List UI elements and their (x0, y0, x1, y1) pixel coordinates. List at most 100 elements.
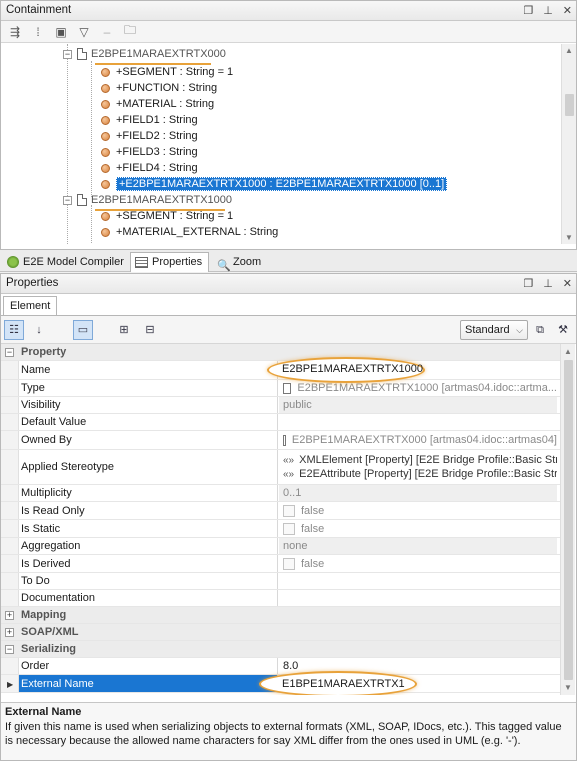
row-to-do[interactable]: To Do (1, 573, 561, 590)
current-row-icon: ▶ (7, 680, 14, 689)
collapse-all-icon[interactable]: ⊟ (140, 320, 160, 340)
property-label: Order (19, 658, 278, 674)
pin-icon[interactable]: ⊥ (543, 4, 553, 17)
tab-element[interactable]: Element (3, 296, 58, 316)
restore-icon[interactable]: ❐ (523, 277, 533, 290)
copy-icon[interactable]: ⧉ (530, 320, 550, 340)
collapse-toggle-icon[interactable]: − (63, 49, 72, 59)
tree-node-attribute[interactable]: +FIELD2 : String (101, 128, 198, 144)
tree-scrollbar[interactable]: ▲ ▼ (561, 44, 576, 244)
restore-icon[interactable]: ❐ (523, 4, 533, 17)
show-description-icon[interactable]: ▭ (73, 320, 93, 340)
row-default-value[interactable]: Default Value (1, 414, 561, 431)
containment-panel: Containment ❐ ⊥ ✕ ⇶ ⁞ ▣ ▽ – 🗀 − E2BPE1MAR… (0, 0, 577, 250)
tree-node-label: +FIELD1 : String (116, 114, 198, 126)
expand-toggle-icon[interactable]: + (5, 628, 14, 637)
tree-node-label: +E2BPE1MARAEXTRTX1000 : E2BPE1MARAEXTRTX… (116, 177, 448, 191)
properties-grid: − Property Name Type E2BPE1MARAEXTRTX100… (1, 344, 561, 695)
visibility-value[interactable]: public (279, 397, 557, 413)
row-aggregation[interactable]: Aggregation none (1, 538, 561, 555)
row-order[interactable]: Order 8.0 (1, 658, 561, 675)
is-derived-checkbox[interactable] (283, 557, 295, 570)
row-documentation[interactable]: Documentation (1, 590, 561, 607)
aggregation-value[interactable]: none (279, 538, 557, 554)
collapse-toggle-icon[interactable]: − (63, 195, 72, 205)
row-is-read-only[interactable]: Is Read Only false (1, 502, 561, 520)
row-is-static[interactable]: Is Static false (1, 520, 561, 538)
tree-node-attribute[interactable]: +FIELD3 : String (101, 144, 198, 160)
scroll-down-icon[interactable]: ▼ (564, 683, 572, 692)
row-owned-by[interactable]: Owned By E2BPE1MARAEXTRTX000 [artmas04.i… (1, 431, 561, 450)
group-soap-xml[interactable]: + SOAP/XML (1, 624, 561, 641)
filter-icon[interactable]: ▽ (76, 25, 92, 39)
tree-node-attribute[interactable]: +SEGMENT : String = 1 (101, 64, 233, 80)
scroll-down-icon[interactable]: ▼ (565, 233, 573, 242)
tab-e2e-model-compiler[interactable]: E2E Model Compiler (2, 252, 131, 272)
tree-node-class[interactable]: − E2BPE1MARAEXTRTX000 (63, 46, 226, 62)
tree-node-attribute[interactable]: +MATERIAL_EXTERNAL : String (101, 224, 278, 240)
row-is-derived[interactable]: Is Derived false (1, 555, 561, 573)
tree-node-attribute[interactable]: +FIELD1 : String (101, 112, 198, 128)
categorized-view-icon[interactable]: ☷ (4, 320, 24, 340)
group-icon[interactable]: ▣ (53, 25, 69, 39)
tools-icon[interactable]: ⚒ (553, 320, 573, 340)
expand-toggle-icon[interactable]: + (5, 611, 14, 620)
attribute-icon (101, 227, 110, 237)
tab-label: Zoom (233, 256, 262, 268)
row-multiplicity[interactable]: Multiplicity 0..1 (1, 485, 561, 502)
stereotype-value: XMLElement [Property] [E2E Bridge Profil… (299, 454, 557, 466)
scroll-up-icon[interactable]: ▲ (564, 347, 572, 356)
is-static-checkbox[interactable] (283, 522, 295, 535)
chevron-down-icon: ⌵ (516, 325, 523, 335)
tree-node-class[interactable]: − E2BPE1MARAEXTRTX1000 (63, 192, 232, 208)
attribute-icon (101, 99, 110, 109)
group-property[interactable]: − Property (1, 344, 561, 361)
close-icon[interactable]: ✕ (563, 277, 572, 290)
tree-node-attribute[interactable]: +SEGMENT : String = 1 (101, 208, 233, 224)
checkbox-value: false (301, 557, 325, 570)
collapse-toggle-icon[interactable]: − (5, 645, 14, 654)
scroll-up-icon[interactable]: ▲ (565, 46, 573, 55)
close-icon[interactable]: ✕ (563, 4, 572, 17)
grid-scrollbar[interactable]: ▲ ▼ (560, 344, 575, 695)
sort-az-icon[interactable]: ↓ (29, 320, 49, 340)
name-value[interactable]: E2BPE1MARAEXTRTX1000 (282, 363, 423, 375)
expand-icon[interactable]: ⇶ (7, 25, 23, 39)
tree-node-attribute[interactable]: +FUNCTION : String (101, 80, 217, 96)
collapse-toggle-icon[interactable]: − (5, 348, 14, 357)
group-mapping[interactable]: + Mapping (1, 607, 561, 624)
dropdown-icon[interactable]: – (99, 25, 115, 39)
class-icon (283, 382, 292, 394)
compiler-icon (7, 256, 19, 269)
default-value-field[interactable] (279, 414, 557, 430)
stereotype-icon: «» (283, 469, 295, 480)
is-read-only-checkbox[interactable] (283, 504, 295, 517)
mode-dropdown[interactable]: Standard ⌵ (460, 320, 528, 340)
row-type[interactable]: Type E2BPE1MARAEXTRTX1000 [artmas04.idoc… (1, 380, 561, 397)
containment-toolbar: ⇶ ⁞ ▣ ▽ – 🗀 (1, 21, 576, 43)
tree-node-attribute-selected[interactable]: +E2BPE1MARAEXTRTX1000 : E2BPE1MARAEXTRTX… (101, 176, 448, 192)
row-applied-stereotype[interactable]: Applied Stereotype «» XMLElement [Propert… (1, 450, 561, 485)
collapse-icon[interactable]: ⁞ (30, 25, 46, 39)
tree-node-attribute[interactable]: +MATERIAL : String (101, 96, 214, 112)
attribute-icon (101, 211, 110, 221)
scroll-thumb[interactable] (564, 360, 573, 680)
external-name-value[interactable]: E1BPE1MARAEXTRTX1 (282, 678, 405, 690)
tab-zoom[interactable]: 🔍 Zoom (212, 252, 268, 272)
class-icon (77, 48, 87, 61)
stereotype-icon: «» (283, 455, 295, 466)
scroll-thumb[interactable] (565, 94, 574, 116)
to-do-field[interactable] (279, 573, 557, 589)
containment-titlebar: Containment ❐ ⊥ ✕ (1, 1, 576, 21)
pin-icon[interactable]: ⊥ (543, 277, 553, 290)
group-serializing[interactable]: − Serializing (1, 641, 561, 658)
tab-properties[interactable]: Properties (130, 252, 210, 272)
properties-titlebar: Properties ❐ ⊥ ✕ (1, 274, 576, 294)
documentation-field[interactable] (279, 590, 557, 606)
folder-icon[interactable]: 🗀 (122, 21, 138, 42)
tree-node-attribute[interactable]: +FIELD4 : String (101, 160, 198, 176)
row-visibility[interactable]: Visibility public (1, 397, 561, 414)
attribute-icon (101, 163, 110, 173)
expand-all-icon[interactable]: ⊞ (114, 320, 134, 340)
multiplicity-value[interactable]: 0..1 (279, 485, 557, 501)
